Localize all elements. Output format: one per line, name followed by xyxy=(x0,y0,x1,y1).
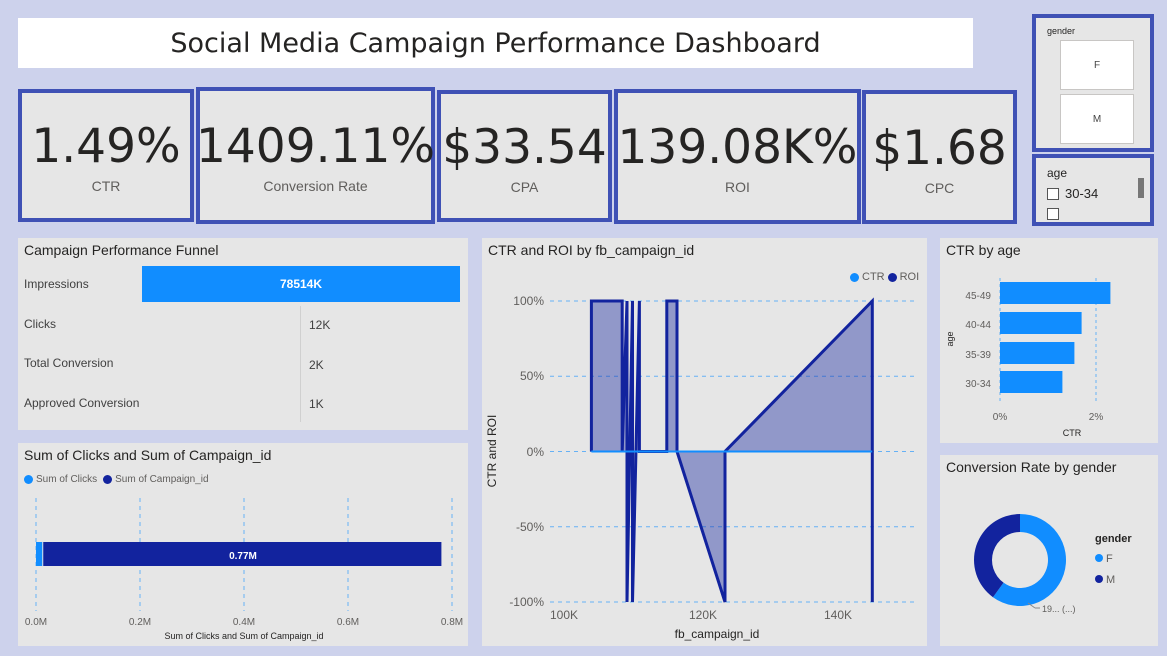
funnel-label: Clicks xyxy=(24,317,56,331)
kpi-card-ctr[interactable]: 1.49% CTR xyxy=(18,89,194,222)
age-slicer-header: age xyxy=(1047,166,1068,180)
age-bar-30-34 xyxy=(1000,371,1063,393)
x-axis-label: CTR xyxy=(1063,428,1082,438)
checkbox-icon[interactable] xyxy=(1047,187,1059,200)
funnel-label: Approved Conversion xyxy=(24,396,140,410)
age-chart-panel: CTR by age 45-49 40-44 35-39 30-34 0% 2%… xyxy=(940,238,1158,443)
kpi-label: CPC xyxy=(924,179,955,196)
y-tick-label: 35-39 xyxy=(965,350,991,361)
funnel-value: 12K xyxy=(309,318,331,332)
kpi-label: CTR xyxy=(91,178,121,194)
gender-slicer-header: gender xyxy=(1047,26,1076,36)
dashboard-title-box: Social Media Campaign Performance Dashbo… xyxy=(18,18,973,68)
y-tick-label: 45-49 xyxy=(965,291,991,302)
age-bar-40-44 xyxy=(1000,312,1082,334)
kpi-card-conversion-rate[interactable]: 1409.11% Conversion Rate xyxy=(196,87,435,224)
kpi-value: $33.54 xyxy=(442,119,607,175)
age-option-next[interactable] xyxy=(1047,208,1065,220)
kpi-card-cpc[interactable]: $1.68 CPC xyxy=(862,90,1017,224)
funnel-title: Campaign Performance Funnel xyxy=(24,242,219,258)
age-slicer: age 30-34 xyxy=(1032,154,1154,226)
x-tick-label: 120K xyxy=(689,608,717,622)
age-bar-35-39 xyxy=(1000,342,1075,364)
line-chart-svg: 100% 50% 0% -50% -100% 100K 120K 140K fb… xyxy=(485,294,914,641)
x-tick-label: 0.8M xyxy=(441,617,463,628)
x-tick-label: 2% xyxy=(1089,412,1104,423)
age-chart-svg: 45-49 40-44 35-39 30-34 0% 2% CTR age xyxy=(945,278,1111,438)
age-option-label: 30-34 xyxy=(1065,186,1099,201)
legend-dot-icon xyxy=(1095,554,1103,562)
y-tick-label: -50% xyxy=(516,520,544,534)
gender-slicer: gender F M xyxy=(1032,14,1154,152)
kpi-value: 139.08K% xyxy=(617,120,858,175)
kpi-value: $1.68 xyxy=(872,120,1007,176)
x-tick-label: 0.4M xyxy=(233,617,255,628)
age-option[interactable]: 30-34 xyxy=(1047,186,1098,201)
slice-label: 19... (...) xyxy=(1042,604,1076,614)
x-axis-label: Sum of Clicks and Sum of Campaign_id xyxy=(164,631,323,641)
kpi-value: 1.49% xyxy=(31,119,181,174)
x-tick-label: 100K xyxy=(550,608,578,622)
gender-option-m[interactable]: M xyxy=(1060,94,1134,144)
y-tick-label: 30-34 xyxy=(965,379,991,390)
y-axis-label: CTR and ROI xyxy=(485,415,499,488)
gender-option-f[interactable]: F xyxy=(1060,40,1134,90)
clicks-chart-svg: 0.77M 0.0M 0.2M 0.4M 0.6M 0.8M Sum of Cl… xyxy=(25,498,463,641)
y-tick-label: 40-44 xyxy=(965,320,991,331)
kpi-label: CPA xyxy=(510,178,539,195)
y-tick-label: -100% xyxy=(509,595,544,609)
donut-chart-panel: Conversion Rate by gender gender F M 19.… xyxy=(940,455,1158,646)
slicer-scrollbar[interactable] xyxy=(1138,178,1144,198)
y-tick-label: 100% xyxy=(513,294,544,308)
age-bar-45-49 xyxy=(1000,282,1111,304)
donut-chart-svg: gender F M 19... (...) xyxy=(974,514,1132,614)
funnel-panel: Campaign Performance Funnel 78514K Impre… xyxy=(18,238,468,430)
legend-dot-icon xyxy=(1095,575,1103,583)
x-tick-label: 0.6M xyxy=(337,617,359,628)
funnel-value: 2K xyxy=(309,358,324,372)
kpi-card-cpa[interactable]: $33.54 CPA xyxy=(437,90,612,222)
funnel-divider xyxy=(300,306,301,422)
donut-slice-M xyxy=(974,514,1020,598)
x-tick-label: 0% xyxy=(993,412,1008,423)
kpi-value: 1409.11% xyxy=(195,119,436,174)
x-tick-label: 0.0M xyxy=(25,617,47,628)
legend-label: M xyxy=(1106,574,1115,586)
funnel-label: Total Conversion xyxy=(24,356,114,370)
y-tick-label: 50% xyxy=(520,369,544,383)
y-axis-label: age xyxy=(945,331,955,346)
kpi-label: Conversion Rate xyxy=(263,178,368,194)
kpi-label: ROI xyxy=(725,179,750,195)
funnel-bar-impressions[interactable]: 78514K xyxy=(142,266,460,302)
y-tick-label: 0% xyxy=(527,445,545,459)
dashboard-title: Social Media Campaign Performance Dashbo… xyxy=(170,27,821,59)
x-axis-label: fb_campaign_id xyxy=(675,627,760,641)
bar-sum-of-clicks[interactable] xyxy=(36,542,43,566)
checkbox-icon[interactable] xyxy=(1047,208,1059,220)
funnel-label: Impressions xyxy=(24,277,89,291)
x-tick-label: 140K xyxy=(824,608,852,622)
funnel-value: 1K xyxy=(309,397,324,411)
legend-title: gender xyxy=(1095,533,1132,545)
legend-label: F xyxy=(1106,553,1113,565)
kpi-card-roi[interactable]: 139.08K% ROI xyxy=(614,89,861,224)
data-label: 0.77M xyxy=(229,551,257,562)
x-tick-label: 0.2M xyxy=(129,617,151,628)
clicks-chart-panel: Sum of Clicks and Sum of Campaign_id Sum… xyxy=(18,443,468,646)
line-chart-panel: CTR and ROI by fb_campaign_id CTR ROI 10… xyxy=(482,238,927,646)
